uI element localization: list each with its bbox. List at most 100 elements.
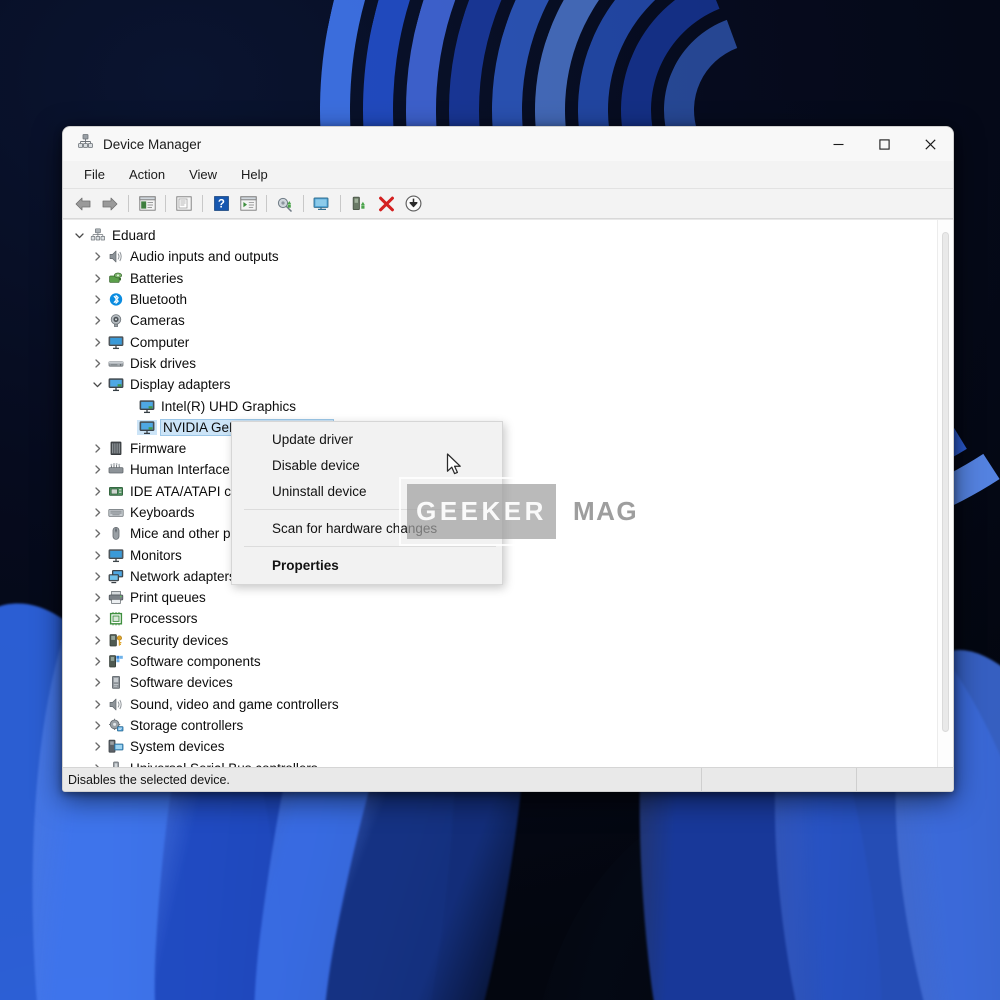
chevron-right-icon[interactable] xyxy=(89,571,106,582)
firmware-icon xyxy=(106,441,126,456)
uninstall-device-icon[interactable] xyxy=(373,192,399,216)
properties-icon[interactable] xyxy=(171,192,197,216)
disk-drive-icon xyxy=(106,356,126,371)
tree-node[interactable]: Universal Serial Bus controllers xyxy=(71,757,937,767)
chevron-down-icon[interactable] xyxy=(89,379,106,390)
speaker-icon xyxy=(106,249,126,264)
tree-node-label: Keyboards xyxy=(130,505,195,520)
statusbar-pane-2 xyxy=(701,768,856,791)
context-menu-item[interactable]: Scan for hardware changes xyxy=(232,515,502,541)
window-controls xyxy=(815,127,953,161)
chevron-right-icon[interactable] xyxy=(89,763,106,767)
chevron-right-icon[interactable] xyxy=(89,294,106,305)
disable-device-icon[interactable] xyxy=(400,192,426,216)
chevron-right-icon[interactable] xyxy=(89,528,106,539)
context-menu-separator xyxy=(244,546,496,547)
tree-node[interactable]: Software devices xyxy=(71,672,937,693)
chevron-right-icon[interactable] xyxy=(89,337,106,348)
tree-vertical-scrollbar[interactable] xyxy=(937,220,953,767)
scan-hardware-changes-icon[interactable] xyxy=(272,192,298,216)
tree-node[interactable]: Monitors xyxy=(71,544,937,565)
tree-node[interactable]: Human Interface Devices xyxy=(71,459,937,480)
network-adapter-icon xyxy=(106,569,126,584)
maximize-button[interactable] xyxy=(861,127,907,161)
tree-node[interactable]: System devices xyxy=(71,736,937,757)
window-titlebar[interactable]: Device Manager xyxy=(63,127,953,161)
tree-node[interactable]: Firmware xyxy=(71,438,937,459)
menu-file[interactable]: File xyxy=(73,163,116,186)
chevron-right-icon[interactable] xyxy=(89,656,106,667)
tree-node[interactable]: Cameras xyxy=(71,310,937,331)
toolbar-separator xyxy=(266,195,267,212)
tree-node[interactable]: Batteries xyxy=(71,268,937,289)
tree-node[interactable]: Intel(R) UHD Graphics xyxy=(71,395,937,416)
tree-node[interactable]: IDE ATA/ATAPI controllers xyxy=(71,481,937,502)
tree-node[interactable]: Sound, video and game controllers xyxy=(71,694,937,715)
device-manager-window: Device Manager File Action View Help ? E… xyxy=(62,126,954,792)
tree-node[interactable]: NVIDIA GeForce RTX 3060 xyxy=(71,417,937,438)
context-menu-separator xyxy=(244,509,496,510)
close-button[interactable] xyxy=(907,127,953,161)
back-icon[interactable] xyxy=(70,192,96,216)
minimize-button[interactable] xyxy=(815,127,861,161)
toolbar-separator xyxy=(303,195,304,212)
chevron-right-icon[interactable] xyxy=(89,315,106,326)
tree-node[interactable]: Software components xyxy=(71,651,937,672)
tree-node[interactable]: Keyboards xyxy=(71,502,937,523)
tree-node-label: Intel(R) UHD Graphics xyxy=(161,398,297,414)
forward-icon[interactable] xyxy=(97,192,123,216)
context-menu-item[interactable]: Uninstall device xyxy=(232,478,502,504)
chevron-right-icon[interactable] xyxy=(89,358,106,369)
chevron-right-icon[interactable] xyxy=(89,507,106,518)
tree-node[interactable]: Processors xyxy=(71,608,937,629)
tree-node[interactable]: Eduard xyxy=(71,225,937,246)
chevron-right-icon[interactable] xyxy=(89,464,106,475)
monitor-icon xyxy=(106,335,126,350)
chevron-right-icon[interactable] xyxy=(89,251,106,262)
tree-node[interactable]: Network adapters xyxy=(71,566,937,587)
chevron-down-icon[interactable] xyxy=(71,230,88,241)
tree-node[interactable]: Mice and other pointing devices xyxy=(71,523,937,544)
tree-node-label: Computer xyxy=(130,334,190,350)
printer-icon xyxy=(106,590,126,605)
view-details-icon[interactable] xyxy=(235,192,261,216)
tree-scrollbar-thumb[interactable] xyxy=(942,232,949,732)
menu-action[interactable]: Action xyxy=(118,163,176,186)
chevron-right-icon[interactable] xyxy=(89,592,106,603)
chevron-right-icon[interactable] xyxy=(89,613,106,624)
tree-node[interactable]: Storage controllers xyxy=(71,715,937,736)
show-hide-console-tree-icon[interactable] xyxy=(134,192,160,216)
chevron-right-icon[interactable] xyxy=(89,273,106,284)
tree-node[interactable]: Display adapters xyxy=(71,374,937,395)
software-device-icon xyxy=(106,675,126,690)
hid-icon xyxy=(106,462,126,477)
chevron-right-icon[interactable] xyxy=(89,677,106,688)
chevron-right-icon[interactable] xyxy=(89,741,106,752)
monitor-icon xyxy=(106,548,126,563)
help-icon[interactable]: ? xyxy=(208,192,234,216)
tree-node[interactable]: Security devices xyxy=(71,630,937,651)
update-driver-icon[interactable] xyxy=(309,192,335,216)
chevron-right-icon[interactable] xyxy=(89,443,106,454)
keyboard-icon xyxy=(106,505,126,520)
menu-help[interactable]: Help xyxy=(230,163,279,186)
tree-node[interactable]: Bluetooth xyxy=(71,289,937,310)
context-menu-item[interactable]: Disable device xyxy=(232,452,502,478)
chevron-right-icon[interactable] xyxy=(89,550,106,561)
menu-view[interactable]: View xyxy=(178,163,228,186)
chevron-right-icon[interactable] xyxy=(89,635,106,646)
tree-node-label: Batteries xyxy=(130,270,184,286)
chevron-right-icon[interactable] xyxy=(89,486,106,497)
context-menu-item[interactable]: Properties xyxy=(232,552,502,578)
context-menu-item[interactable]: Update driver xyxy=(232,426,502,452)
tree-node[interactable]: Print queues xyxy=(71,587,937,608)
battery-icon xyxy=(106,271,126,286)
tree-node-label: Universal Serial Bus controllers xyxy=(130,761,323,767)
chevron-right-icon[interactable] xyxy=(89,699,106,710)
ide-controller-icon xyxy=(106,484,126,499)
enable-device-icon[interactable] xyxy=(346,192,372,216)
tree-node[interactable]: Disk drives xyxy=(71,353,937,374)
chevron-right-icon[interactable] xyxy=(89,720,106,731)
tree-node[interactable]: Computer xyxy=(71,331,937,352)
tree-node[interactable]: Audio inputs and outputs xyxy=(71,246,937,267)
